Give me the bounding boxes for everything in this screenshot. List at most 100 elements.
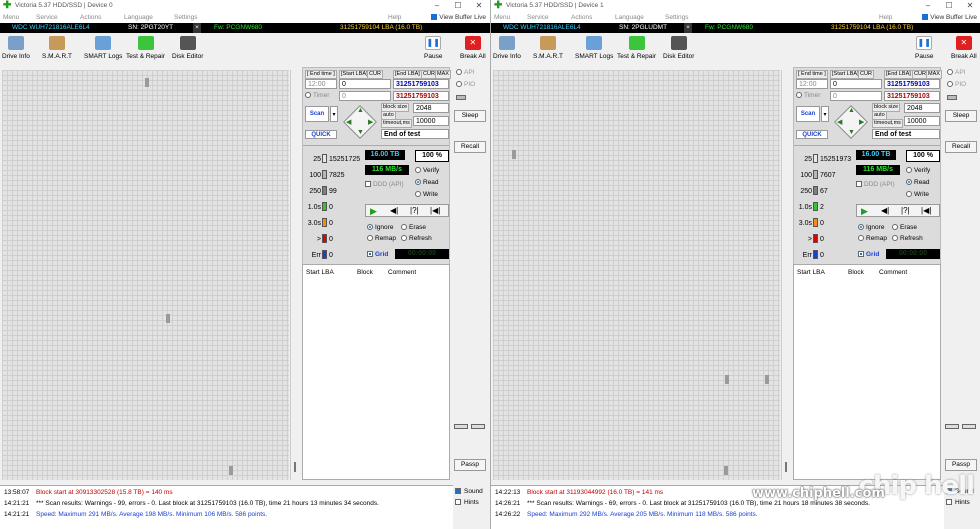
maximize-button[interactable]: ☐ (942, 1, 956, 11)
break-all-button[interactable]: ✕ Break All (460, 36, 486, 60)
end-lba-input[interactable]: 31251759103 (393, 79, 449, 89)
end-time-input[interactable]: 12:00 (796, 79, 828, 89)
ddd-api-checkbox[interactable]: DDD (API) (365, 181, 404, 189)
refresh-radio[interactable]: Refresh (401, 235, 432, 243)
passp-button[interactable]: Passp (454, 459, 486, 471)
end-lba-input[interactable]: 31251759103 (884, 79, 940, 89)
smart-button[interactable]: S.M.A.R.T (42, 36, 72, 60)
ignore-radio[interactable]: Ignore (858, 224, 884, 232)
step-back-icon[interactable]: ◀| (881, 206, 889, 215)
break-all-button[interactable]: ✕ Break All (951, 36, 977, 60)
menu-item[interactable]: Settings (665, 14, 689, 21)
drive-info-button[interactable]: Drive Info (2, 36, 30, 60)
block-size-select[interactable]: 2048 (413, 103, 449, 113)
menu-item[interactable]: Actions (80, 14, 101, 21)
menu-item[interactable]: Service (527, 14, 549, 21)
api-radio[interactable]: API (456, 69, 474, 77)
arrow-right-icon[interactable]: ▶ (368, 118, 373, 126)
minimize-button[interactable]: – (430, 1, 444, 11)
disk-editor-button[interactable]: Disk Editor (663, 36, 694, 60)
close-device-icon[interactable]: × (193, 23, 201, 33)
remap-radio[interactable]: Remap (858, 235, 887, 243)
test-repair-button[interactable]: Test & Repair (617, 36, 656, 60)
scan-dropdown-icon[interactable]: ▾ (330, 106, 338, 122)
column-header-comment[interactable]: Comment (388, 269, 416, 276)
pio-radio[interactable]: PIO (456, 81, 475, 89)
arrow-down-icon[interactable]: ▼ (357, 129, 364, 136)
timer-checkbox[interactable]: Timer (796, 92, 820, 100)
remap-radio[interactable]: Remap (367, 235, 396, 243)
verify-radio[interactable]: Verify (906, 167, 930, 175)
menu-item[interactable]: Settings (174, 14, 198, 21)
arrow-up-icon[interactable]: ▲ (848, 107, 855, 114)
read-radio[interactable]: Read (906, 179, 930, 187)
scrollbar-thumb[interactable] (294, 462, 296, 472)
timer-checkbox[interactable]: Timer (305, 92, 329, 100)
write-radio[interactable]: Write (415, 191, 438, 199)
menu-item[interactable]: Service (36, 14, 58, 21)
smart-logs-button[interactable]: SMART Logs (575, 36, 613, 60)
arrow-up-icon[interactable]: ▲ (357, 107, 364, 114)
column-header-comment[interactable]: Comment (879, 269, 907, 276)
arrow-down-icon[interactable]: ▼ (848, 129, 855, 136)
verify-radio[interactable]: Verify (415, 167, 439, 175)
pio-radio[interactable]: PIO (947, 81, 966, 89)
write-radio[interactable]: Write (906, 191, 929, 199)
view-buffer-live-checkbox[interactable]: View Buffer Live (431, 14, 486, 21)
scan-button[interactable]: Scan (305, 106, 329, 122)
erase-radio[interactable]: Erase (401, 224, 426, 232)
maximize-button[interactable]: ☐ (451, 1, 465, 11)
pause-button[interactable]: ❚❚ Pause (424, 36, 442, 60)
read-radio[interactable]: Read (415, 179, 439, 187)
menu-item[interactable]: Help (879, 14, 892, 21)
erase-radio[interactable]: Erase (892, 224, 917, 232)
start-lba-input[interactable]: 0 (339, 79, 391, 89)
column-header-block[interactable]: Block (357, 269, 373, 276)
refresh-radio[interactable]: Refresh (892, 235, 923, 243)
step-forward-icon[interactable]: |◀| (430, 206, 440, 215)
column-header-start-lba[interactable]: Start LBA (306, 269, 334, 276)
grid-checkbox[interactable]: Grid (367, 251, 388, 259)
menu-item[interactable]: Menu (494, 14, 510, 21)
timer-input[interactable]: 0 (339, 91, 391, 101)
direction-pad[interactable]: ▲ ▼ ◀ ▶ (343, 105, 377, 139)
scan-map-scrollbar[interactable] (781, 70, 791, 480)
scan-map-scrollbar[interactable] (290, 70, 300, 480)
arrow-left-icon[interactable]: ◀ (837, 118, 842, 126)
passp-button[interactable]: Passp (945, 459, 977, 471)
scrollbar-thumb[interactable] (785, 462, 787, 472)
sound-checkbox[interactable]: Sound (455, 487, 483, 498)
end-of-test-select[interactable]: End of test (872, 129, 940, 139)
menu-item[interactable]: Help (388, 14, 401, 21)
minimize-button[interactable]: – (921, 1, 935, 11)
scan-dropdown-icon[interactable]: ▾ (821, 106, 829, 122)
quick-button[interactable]: QUICK (305, 130, 337, 139)
timer-input[interactable]: 0 (830, 91, 882, 101)
close-device-icon[interactable]: × (684, 23, 692, 33)
menu-item[interactable]: Menu (3, 14, 19, 21)
menu-item[interactable]: Actions (571, 14, 592, 21)
close-button[interactable]: ✕ (472, 1, 486, 11)
close-button[interactable]: ✕ (963, 1, 977, 11)
ddd-api-checkbox[interactable]: DDD (API) (856, 181, 895, 189)
end-time-input[interactable]: 12:00 (305, 79, 337, 89)
ignore-radio[interactable]: Ignore (367, 224, 393, 232)
step-back-icon[interactable]: ◀| (390, 206, 398, 215)
pause-button[interactable]: ❚❚ Pause (915, 36, 933, 60)
column-header-block[interactable]: Block (848, 269, 864, 276)
hints-checkbox[interactable]: Hints (455, 498, 483, 509)
disk-editor-button[interactable]: Disk Editor (172, 36, 203, 60)
scan-button[interactable]: Scan (796, 106, 820, 122)
column-header-start-lba[interactable]: Start LBA (797, 269, 825, 276)
quick-button[interactable]: QUICK (796, 130, 828, 139)
smart-button[interactable]: S.M.A.R.T (533, 36, 563, 60)
menu-item[interactable]: Language (615, 14, 644, 21)
start-lba-input[interactable]: 0 (830, 79, 882, 89)
direction-pad[interactable]: ▲ ▼ ◀ ▶ (834, 105, 868, 139)
sleep-button[interactable]: Sleep (945, 110, 977, 122)
play-icon[interactable]: ▶ (370, 206, 377, 217)
api-radio[interactable]: API (947, 69, 965, 77)
timeout-select[interactable]: 10000 (413, 116, 449, 126)
timeout-select[interactable]: 10000 (904, 116, 940, 126)
block-size-select[interactable]: 2048 (904, 103, 940, 113)
